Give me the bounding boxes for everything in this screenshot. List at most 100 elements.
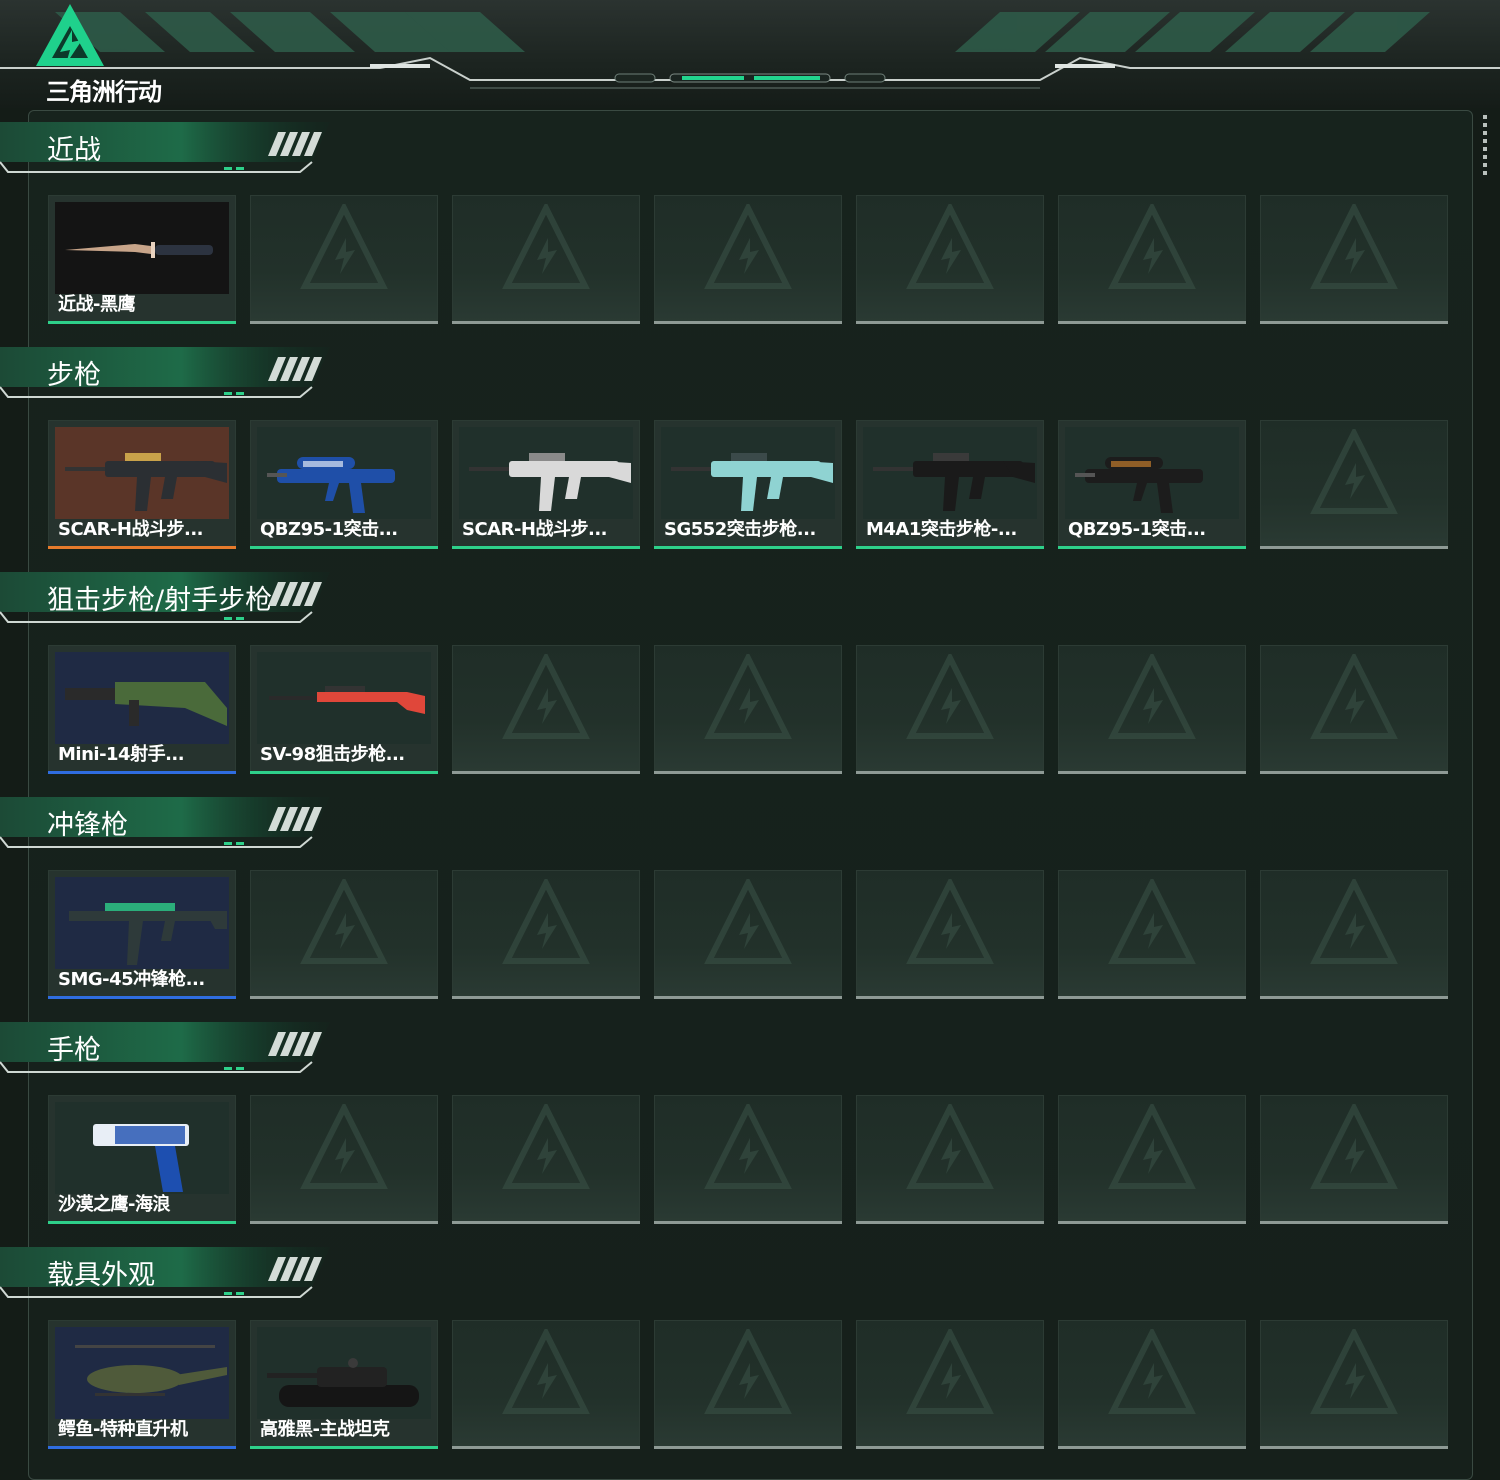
rifle-art — [459, 427, 633, 519]
empty-slot[interactable] — [1260, 195, 1448, 324]
slot-bar — [856, 996, 1044, 999]
empty-slot[interactable] — [1260, 645, 1448, 774]
item-grid: SCAR-H战斗步... QBZ95-1突击... SCAR-H战斗步... S… — [48, 420, 1450, 550]
placeholder-logo-icon — [299, 876, 389, 969]
empty-slot[interactable] — [654, 1095, 842, 1224]
item-card[interactable]: SG552突击步枪... — [654, 420, 842, 549]
header-decoration — [0, 12, 1500, 89]
item-name: SCAR-H战斗步... — [462, 519, 608, 540]
empty-slot[interactable] — [654, 195, 842, 324]
item-card[interactable]: SMG-45冲锋枪... — [48, 870, 236, 999]
empty-slot[interactable] — [1260, 420, 1448, 549]
empty-slot[interactable] — [1260, 870, 1448, 999]
slot-bar — [1260, 321, 1448, 324]
empty-slot[interactable] — [452, 645, 640, 774]
empty-slot[interactable] — [654, 645, 842, 774]
placeholder-logo-icon — [1309, 1101, 1399, 1194]
placeholder-logo-icon — [905, 651, 995, 744]
empty-slot[interactable] — [856, 645, 1044, 774]
slot-bar — [1260, 1446, 1448, 1449]
category-section: 狙击步枪/射手步枪 Mini-14射手... SV-98狙击步枪... — [0, 570, 1500, 795]
slot-bar — [250, 1221, 438, 1224]
item-card[interactable]: QBZ95-1突击... — [250, 420, 438, 549]
placeholder-logo-icon — [1107, 651, 1197, 744]
item-card[interactable]: SV-98狙击步枪... — [250, 645, 438, 774]
slot-bar — [654, 996, 842, 999]
empty-slot[interactable] — [654, 870, 842, 999]
empty-slot[interactable] — [452, 1095, 640, 1224]
item-name: QBZ95-1突击... — [1068, 519, 1206, 540]
item-name: SG552突击步枪... — [664, 519, 816, 540]
item-card[interactable]: 鳄鱼-特种直升机 — [48, 1320, 236, 1449]
rarity-bar — [452, 546, 640, 549]
item-card[interactable]: 高雅黑-主战坦克 — [250, 1320, 438, 1449]
empty-slot[interactable] — [856, 1320, 1044, 1449]
slot-bar — [452, 321, 640, 324]
item-card[interactable]: Mini-14射手... — [48, 645, 236, 774]
item-name: SV-98狙击步枪... — [260, 744, 405, 765]
category-section: 步枪 SCAR-H战斗步... QBZ95-1突击... SCAR-H战斗步..… — [0, 345, 1500, 570]
marksman-art — [55, 652, 229, 744]
smg-art — [55, 877, 229, 969]
empty-slot[interactable] — [856, 1095, 1044, 1224]
empty-slot[interactable] — [1260, 1320, 1448, 1449]
slot-bar — [1058, 771, 1246, 774]
sniper-art — [257, 652, 431, 744]
placeholder-logo-icon — [501, 876, 591, 969]
rarity-bar — [48, 771, 236, 774]
rarity-bar — [856, 546, 1044, 549]
empty-slot[interactable] — [250, 870, 438, 999]
empty-slot[interactable] — [1260, 1095, 1448, 1224]
slot-bar — [1058, 1446, 1246, 1449]
item-name: SCAR-H战斗步... — [58, 519, 204, 540]
placeholder-logo-icon — [1107, 1101, 1197, 1194]
item-card[interactable]: 沙漠之鹰-海浪 — [48, 1095, 236, 1224]
item-card[interactable]: 近战-黑鹰 — [48, 195, 236, 324]
category-title: 步枪 — [47, 360, 101, 391]
item-name: 鳄鱼-特种直升机 — [58, 1419, 188, 1440]
slot-bar — [452, 996, 640, 999]
empty-slot[interactable] — [250, 195, 438, 324]
placeholder-logo-icon — [703, 1101, 793, 1194]
empty-slot[interactable] — [250, 1095, 438, 1224]
category-title: 冲锋枪 — [47, 810, 128, 841]
brand-name: 三角洲行动 — [46, 78, 162, 106]
rarity-bar — [48, 1221, 236, 1224]
empty-slot[interactable] — [1058, 195, 1246, 324]
rifle-art — [661, 427, 835, 519]
slot-bar — [452, 771, 640, 774]
placeholder-logo-icon — [703, 201, 793, 294]
placeholder-logo-icon — [905, 1326, 995, 1419]
category-header: 载具外观 — [0, 1245, 335, 1301]
empty-slot[interactable] — [1058, 1320, 1246, 1449]
placeholder-logo-icon — [501, 1101, 591, 1194]
empty-slot[interactable] — [654, 1320, 842, 1449]
rarity-bar — [48, 546, 236, 549]
item-grid: 沙漠之鹰-海浪 — [48, 1095, 1450, 1225]
slot-bar — [1058, 996, 1246, 999]
item-card[interactable]: M4A1突击步枪-... — [856, 420, 1044, 549]
empty-slot[interactable] — [856, 195, 1044, 324]
slot-bar — [654, 771, 842, 774]
slot-bar — [250, 996, 438, 999]
item-card[interactable]: QBZ95-1突击... — [1058, 420, 1246, 549]
slot-bar — [654, 1221, 842, 1224]
empty-slot[interactable] — [1058, 870, 1246, 999]
slot-bar — [1260, 1221, 1448, 1224]
category-section: 冲锋枪 SMG-45冲锋枪... — [0, 795, 1500, 1020]
category-header: 近战 — [0, 120, 335, 176]
empty-slot[interactable] — [1058, 645, 1246, 774]
empty-slot[interactable] — [452, 870, 640, 999]
rarity-bar — [1058, 546, 1246, 549]
empty-slot[interactable] — [856, 870, 1044, 999]
item-grid: 鳄鱼-特种直升机 高雅黑-主战坦克 — [48, 1320, 1450, 1450]
empty-slot[interactable] — [452, 1320, 640, 1449]
placeholder-logo-icon — [299, 1101, 389, 1194]
item-card[interactable]: SCAR-H战斗步... — [48, 420, 236, 549]
empty-slot[interactable] — [452, 195, 640, 324]
rifle-art — [55, 427, 229, 519]
item-card[interactable]: SCAR-H战斗步... — [452, 420, 640, 549]
empty-slot[interactable] — [1058, 1095, 1246, 1224]
placeholder-logo-icon — [1309, 876, 1399, 969]
category-header: 冲锋枪 — [0, 795, 335, 851]
